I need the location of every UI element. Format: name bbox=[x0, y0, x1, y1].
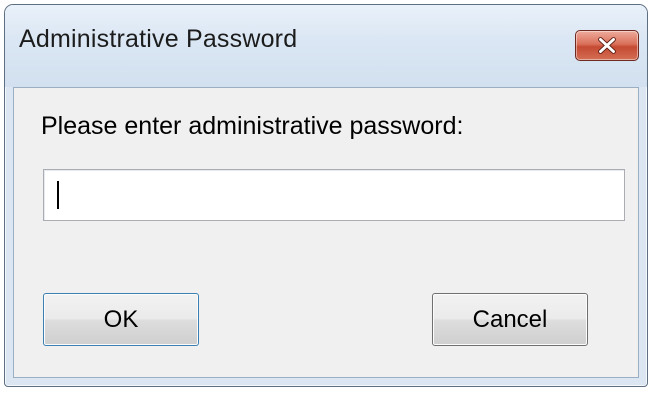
dialog-title: Administrative Password bbox=[19, 25, 298, 53]
close-icon bbox=[598, 37, 616, 54]
close-button[interactable] bbox=[575, 30, 639, 61]
text-caret bbox=[57, 181, 59, 209]
ok-button[interactable]: OK bbox=[43, 293, 199, 346]
cancel-button[interactable]: Cancel bbox=[432, 293, 588, 346]
password-dialog: Administrative Password Please enter adm… bbox=[4, 4, 648, 387]
dialog-body: Please enter administrative password: OK… bbox=[13, 87, 639, 378]
password-prompt-label: Please enter administrative password: bbox=[41, 112, 464, 140]
password-input[interactable] bbox=[43, 169, 625, 221]
title-bar[interactable]: Administrative Password bbox=[5, 5, 647, 87]
